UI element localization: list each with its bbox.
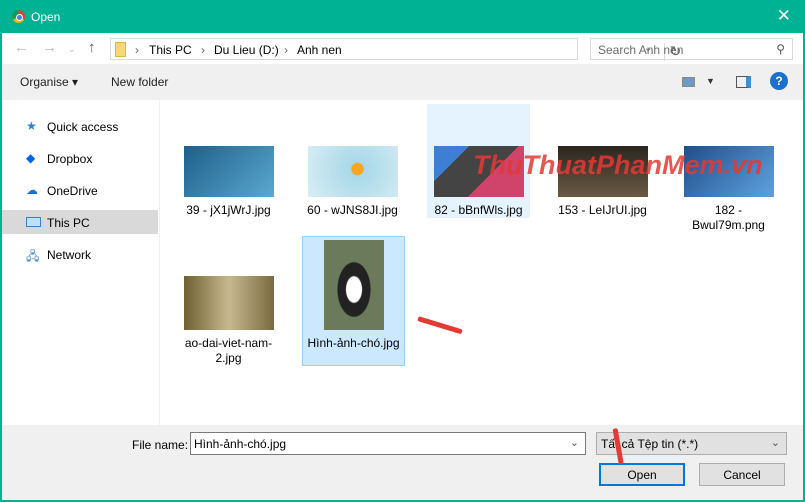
file-item[interactable]: ao-dai-viet-nam-2.jpg	[177, 276, 280, 366]
file-name-value: Hình-ảnh-chó.jpg	[194, 437, 287, 451]
watermark: ThuThuatPhanMem.vn	[473, 150, 763, 180]
file-item[interactable]: 60 - wJNS8JI.jpg	[301, 146, 404, 218]
thumbnail	[183, 276, 274, 330]
sidebar-item-label: Network	[47, 248, 92, 262]
window-title: Open	[31, 10, 61, 24]
open-button[interactable]: Open	[599, 463, 685, 486]
file-list: 39 - jX1jWrJ.jpg 60 - wJNS8JI.jpg 82 - b…	[161, 100, 803, 425]
address-bar[interactable]: › This PC › Du Lieu (D:) › Anh nen ⌄ ↻	[110, 38, 681, 61]
dropbox-icon: ◆	[26, 151, 36, 165]
navigation-pane: ★ Quick access ◆ Dropbox ☁ OneDrive This PC…	[2, 100, 160, 425]
back-button[interactable]: ←	[14, 39, 29, 56]
bottom-panel: File name: Hình-ảnh-chó.jpg ⌄ Tất cả Tệp …	[2, 425, 803, 500]
cancel-button[interactable]: Cancel	[699, 463, 785, 486]
organise-button[interactable]: Organise ▾	[20, 75, 78, 89]
file-type-select[interactable]: Tất cả Tệp tin (*.*) ⌄	[596, 432, 787, 455]
chevron-down-icon: ⌄	[770, 437, 780, 449]
sidebar-item-label: Quick access	[47, 120, 119, 134]
sidebar-item-onedrive[interactable]: ☁ OneDrive	[2, 178, 158, 202]
breadcrumb-folder[interactable]: Anh nen	[297, 43, 342, 57]
toolbar: Organise ▾ New folder ▼ ?	[2, 64, 803, 100]
thumbnail	[307, 146, 398, 197]
file-name: 182 - Bwul79m.png	[692, 203, 765, 232]
computer-icon	[26, 217, 41, 227]
thumbnail	[323, 240, 384, 330]
close-button[interactable]: ✕	[777, 6, 791, 26]
file-name: Hình-ảnh-chó.jpg	[307, 336, 400, 350]
breadcrumb-this-pc[interactable]: This PC	[149, 43, 192, 57]
search-placeholder: Search Anh nen	[598, 43, 684, 57]
navigation-bar: ← → ⌄ ↑ › This PC › Du Lieu (D:) › Anh n…	[2, 33, 803, 64]
view-icon[interactable]	[682, 77, 695, 87]
search-icon: ⚲	[776, 42, 785, 56]
file-name: 39 - jX1jWrJ.jpg	[186, 203, 271, 217]
file-name: 82 - bBnfWls.jpg	[434, 203, 523, 217]
network-icon: 🖧	[26, 249, 40, 263]
sidebar-item-quick-access[interactable]: ★ Quick access	[2, 114, 158, 138]
sidebar-item-label: Dropbox	[47, 152, 93, 166]
breadcrumb-drive[interactable]: Du Lieu (D:)	[214, 43, 279, 57]
search-input[interactable]: Search Anh nen ⚲	[590, 38, 793, 60]
chevron-down-icon[interactable]: ⌄	[570, 436, 579, 449]
chrome-icon	[12, 10, 25, 23]
sidebar-item-label: This PC	[47, 216, 90, 230]
file-name-label: File name:	[132, 438, 189, 452]
sidebar-item-dropbox[interactable]: ◆ Dropbox	[2, 146, 158, 170]
cloud-icon: ☁	[26, 183, 38, 197]
file-name: ao-dai-viet-nam-2.jpg	[184, 336, 273, 365]
file-item[interactable]: 39 - jX1jWrJ.jpg	[177, 146, 280, 218]
file-item-selected[interactable]: Hình-ảnh-chó.jpg	[302, 236, 405, 366]
file-name-input[interactable]: Hình-ảnh-chó.jpg ⌄	[190, 432, 586, 455]
help-icon[interactable]: ?	[770, 72, 788, 90]
title-bar: Open ✕	[0, 0, 805, 33]
up-button[interactable]: ↑	[88, 39, 96, 56]
file-name: 153 - LeIJrUI.jpg	[558, 203, 647, 217]
sidebar-item-this-pc[interactable]: This PC	[2, 210, 158, 234]
new-folder-button[interactable]: New folder	[111, 75, 168, 89]
view-dropdown-icon[interactable]: ▼	[706, 76, 715, 86]
forward-button[interactable]: →	[42, 39, 57, 56]
sidebar-item-label: OneDrive	[47, 184, 98, 198]
sidebar-item-network[interactable]: 🖧 Network	[2, 242, 158, 266]
star-icon: ★	[26, 119, 37, 133]
thumbnail	[183, 146, 274, 197]
recent-dropdown[interactable]: ⌄	[68, 44, 76, 55]
preview-pane-icon[interactable]	[736, 76, 751, 88]
file-name: 60 - wJNS8JI.jpg	[307, 203, 398, 217]
folder-icon	[115, 42, 126, 57]
